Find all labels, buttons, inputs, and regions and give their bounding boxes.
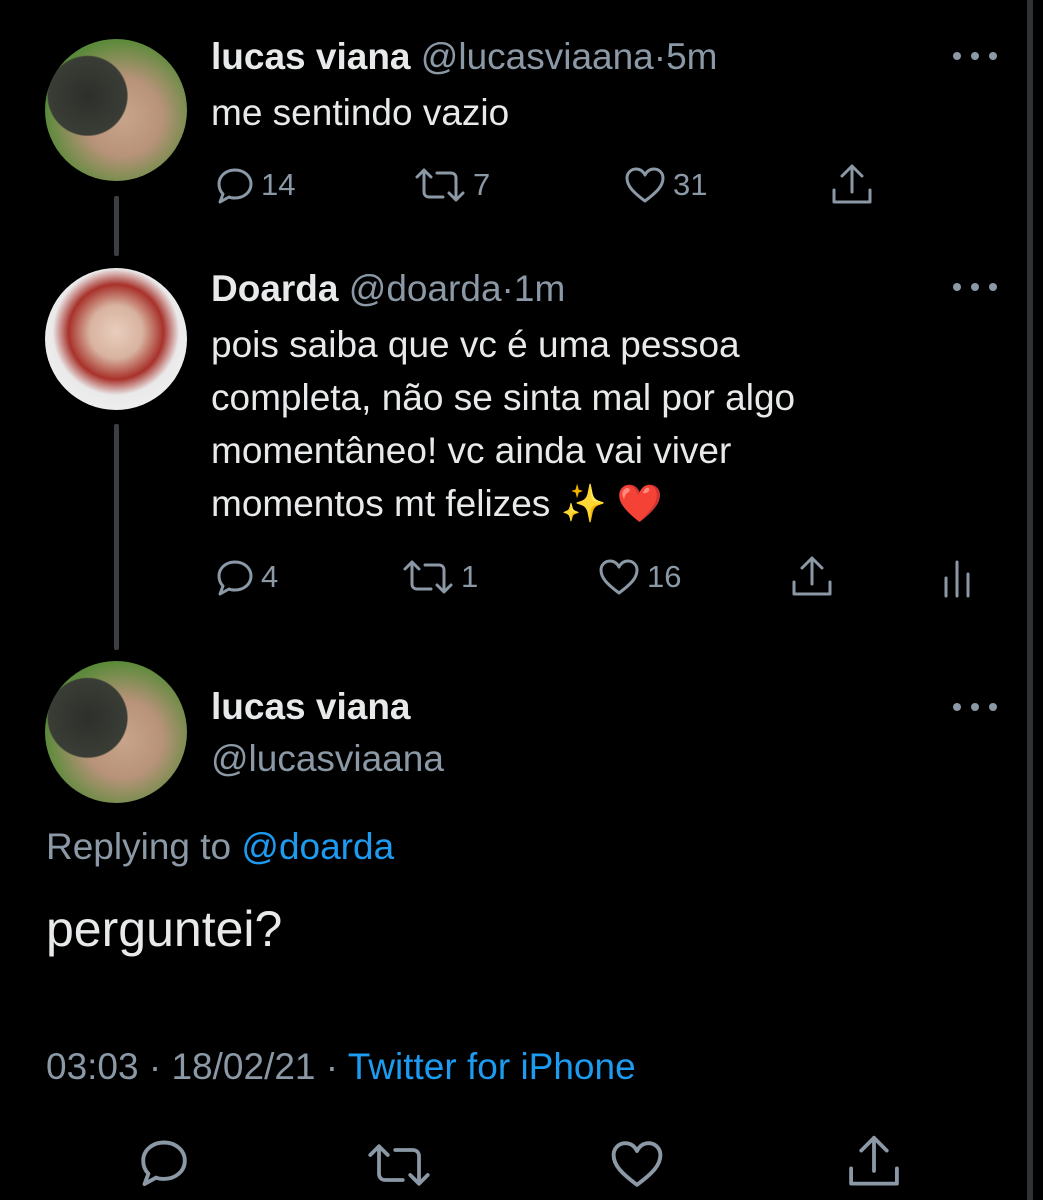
author-name-row: lucas viana [211, 686, 411, 728]
reply-icon [217, 560, 253, 596]
like-count: 16 [647, 559, 682, 594]
share-icon [849, 1135, 899, 1186]
reply-count: 14 [261, 167, 296, 202]
author-handle[interactable]: @lucasviaana [211, 738, 444, 780]
reply-button[interactable] [137, 1136, 191, 1188]
separator: · [501, 268, 514, 309]
tweet-text-line: pois saiba que vc é uma pessoa [211, 324, 740, 365]
tweet-text: pois saiba que vc é uma pessoa completa,… [211, 318, 795, 530]
thread-line [114, 424, 119, 650]
separator: · [148, 1046, 162, 1087]
more-icon[interactable] [953, 700, 997, 714]
reply-icon [141, 1140, 187, 1187]
tweet-1-header: lucas viana @lucasviaana·5m [211, 36, 718, 78]
retweet-button[interactable]: 7 [413, 165, 490, 205]
replying-to-label: Replying to [46, 826, 232, 867]
tweet-text-line: momentos mt felizes ✨ ❤️ [211, 483, 663, 524]
retweet-icon [403, 560, 453, 594]
tweet-text-line: momentâneo! vc ainda vai viver [211, 430, 732, 471]
author-handle[interactable]: @lucasviaana [421, 36, 654, 77]
thread-line [114, 196, 119, 256]
retweet-button[interactable]: 1 [401, 557, 478, 597]
avatar-doarda[interactable] [45, 268, 187, 410]
share-button[interactable] [790, 554, 834, 600]
author-name[interactable]: Doarda [211, 268, 338, 309]
tweet-meta: 03:03 · 18/02/21 · Twitter for iPhone [46, 1046, 636, 1088]
like-icon [625, 167, 665, 203]
reply-icon [217, 168, 253, 204]
like-icon [599, 559, 639, 595]
more-icon[interactable] [953, 49, 997, 63]
retweet-icon [368, 1144, 430, 1186]
retweet-count: 7 [473, 167, 491, 202]
tweet-text: perguntei? [46, 901, 283, 957]
tweet-time: 03:03 [46, 1046, 139, 1087]
retweet-icon [415, 168, 465, 202]
analytics-button[interactable] [941, 556, 973, 600]
timestamp[interactable]: 5m [666, 36, 717, 77]
reply-button[interactable]: 14 [215, 165, 295, 205]
share-icon [832, 164, 872, 204]
retweet-count: 1 [461, 559, 479, 594]
avatar-lucas[interactable] [45, 661, 187, 803]
separator: · [325, 1046, 339, 1087]
like-button[interactable] [608, 1138, 666, 1190]
tweet-2-header: Doarda @doarda·1m [211, 268, 565, 310]
analytics-icon [944, 560, 970, 598]
share-button[interactable] [846, 1132, 902, 1192]
author-name[interactable]: lucas viana [211, 36, 411, 77]
share-icon [792, 556, 832, 596]
share-button[interactable] [830, 162, 874, 208]
like-button[interactable]: 16 [597, 557, 681, 597]
tweet-text-line: completa, não se sinta mal por algo [211, 377, 796, 418]
author-name[interactable]: lucas viana [211, 686, 411, 727]
avatar-lucas[interactable] [45, 39, 187, 181]
like-icon [611, 1141, 663, 1187]
replying-to: Replying to @doarda [46, 826, 394, 868]
tweet-source[interactable]: Twitter for iPhone [348, 1046, 636, 1087]
separator: · [653, 36, 667, 77]
replying-to-handle[interactable]: @doarda [241, 826, 394, 867]
like-count: 31 [673, 167, 708, 202]
timestamp[interactable]: 1m [514, 268, 565, 309]
more-icon[interactable] [953, 280, 997, 294]
scrollbar[interactable] [1027, 0, 1033, 1200]
retweet-button[interactable] [364, 1140, 434, 1190]
tweet-text: me sentindo vazio [211, 92, 510, 133]
reply-count: 4 [261, 559, 279, 594]
tweet-date: 18/02/21 [171, 1046, 316, 1087]
reply-button[interactable]: 4 [215, 557, 278, 597]
author-handle[interactable]: @doarda [349, 268, 502, 309]
like-button[interactable]: 31 [623, 165, 707, 205]
